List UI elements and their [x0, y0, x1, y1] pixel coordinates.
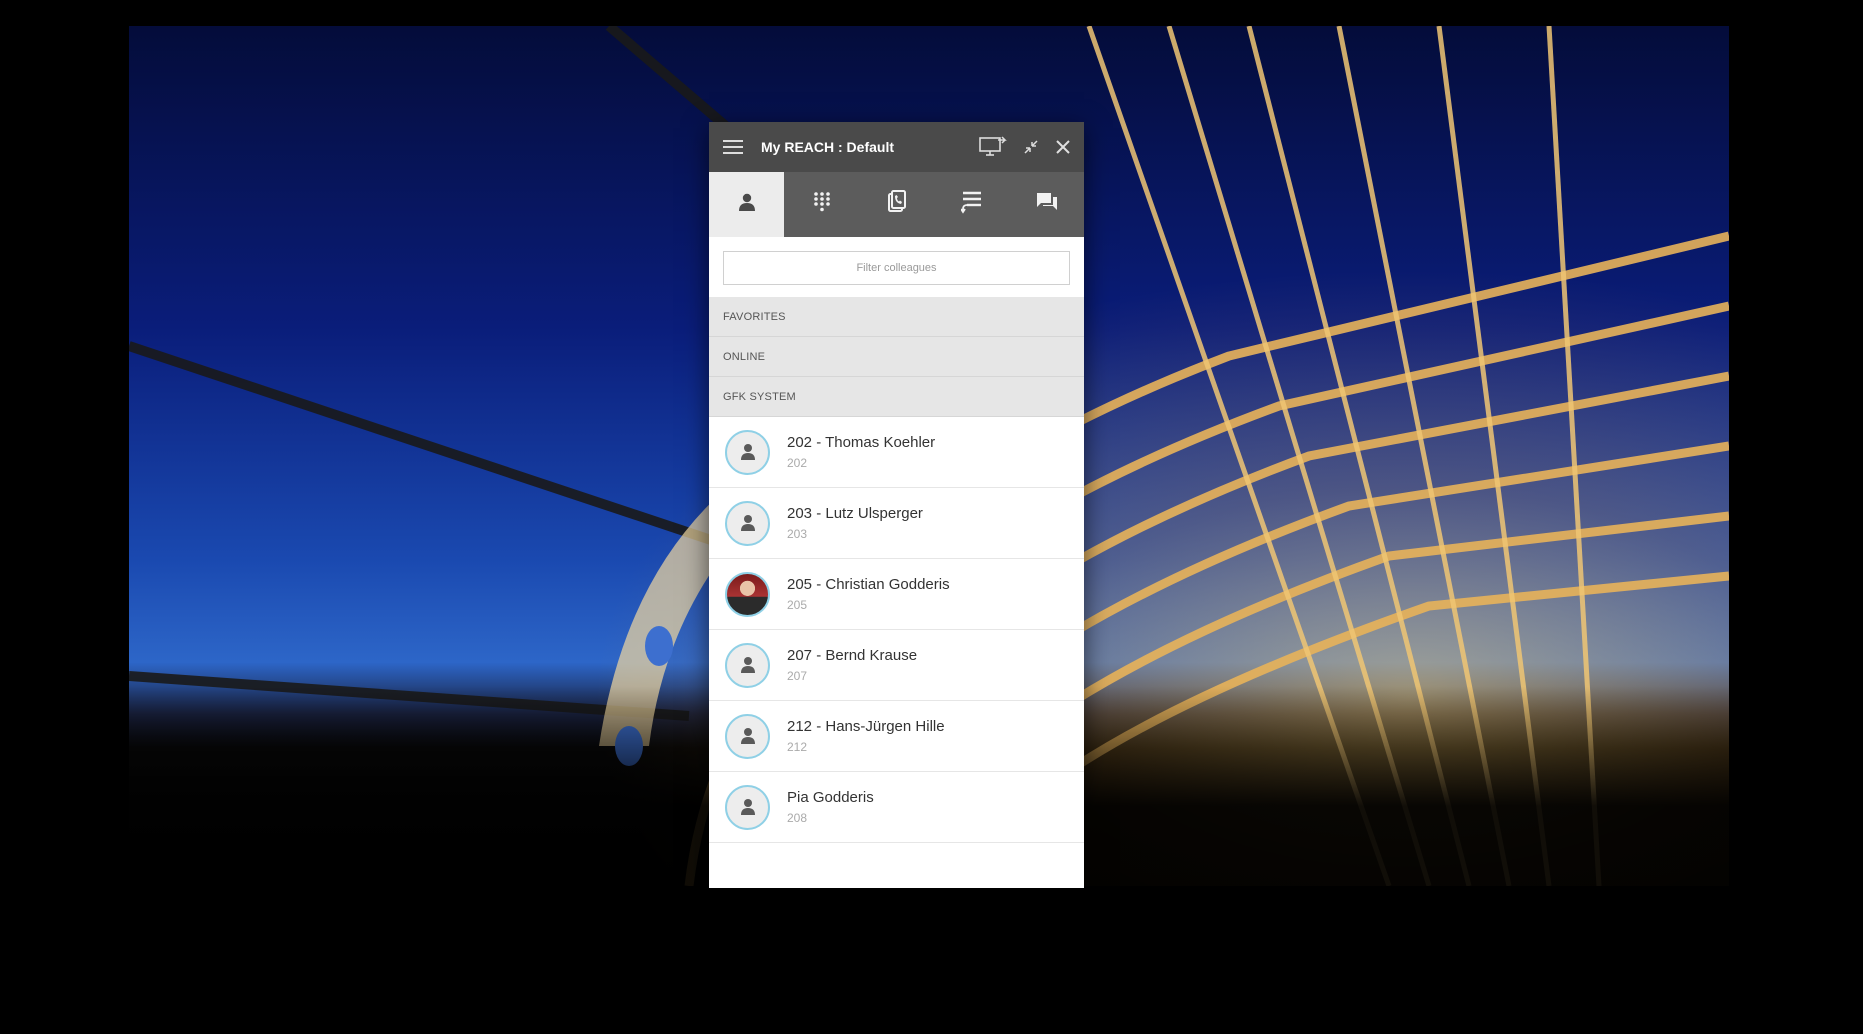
close-icon[interactable] — [1054, 138, 1072, 156]
person-icon — [740, 657, 755, 673]
collapse-icon[interactable] — [1022, 138, 1040, 156]
tab-contacts[interactable] — [709, 172, 784, 237]
contact-extension: 207 — [787, 669, 808, 683]
reach-window: My REACH : Default Filter colleagues FAV… — [709, 122, 1084, 888]
chat-icon — [1035, 191, 1059, 218]
person-icon — [740, 515, 755, 531]
contact-text: 205 - Christian Godderis 205 — [787, 576, 950, 612]
contact-extension: 212 — [787, 740, 808, 754]
contact-row[interactable]: 202 - Thomas Koehler 202 — [709, 417, 1084, 488]
contact-name: 205 - Christian Godderis — [787, 576, 950, 593]
contact-text: 207 - Bernd Krause 207 — [787, 647, 917, 683]
contact-text: Pia Godderis 208 — [787, 789, 874, 825]
main-tabs — [709, 172, 1084, 237]
avatar — [725, 500, 770, 546]
avatar — [725, 784, 770, 830]
person-icon — [737, 192, 757, 217]
avatar — [725, 713, 770, 759]
person-icon — [740, 728, 755, 744]
contact-extension: 205 — [787, 598, 808, 612]
filter-colleagues-input[interactable] — [723, 251, 1070, 285]
contact-name: 202 - Thomas Koehler — [787, 434, 936, 451]
contact-row[interactable]: Pia Godderis 208 — [709, 772, 1084, 843]
titlebar: My REACH : Default — [709, 122, 1084, 172]
window-title: My REACH : Default — [761, 139, 895, 155]
contact-row[interactable]: 205 - Christian Godderis 205 — [709, 559, 1084, 630]
contact-row[interactable]: 203 - Lutz Ulsperger 203 — [709, 488, 1084, 559]
section-favorites[interactable]: FAVORITES — [709, 297, 1084, 337]
contact-row[interactable]: 207 - Bernd Krause 207 — [709, 630, 1084, 701]
contact-row[interactable]: 212 - Hans-Jürgen Hille 212 — [709, 701, 1084, 772]
contact-extension: 203 — [787, 527, 808, 541]
contact-name: 203 - Lutz Ulsperger — [787, 505, 923, 522]
tab-queues[interactable] — [934, 172, 1009, 237]
person-icon — [740, 799, 755, 815]
section-online[interactable]: ONLINE — [709, 337, 1084, 377]
contact-text: 212 - Hans-Jürgen Hille 212 — [787, 718, 945, 754]
avatar — [725, 642, 770, 688]
filter-container — [709, 237, 1084, 297]
tab-chat[interactable] — [1009, 172, 1084, 237]
contact-name: 207 - Bernd Krause — [787, 647, 918, 664]
contact-extension: 202 — [787, 456, 808, 470]
contact-text: 202 - Thomas Koehler 202 — [787, 434, 935, 470]
menu-icon[interactable] — [723, 140, 743, 154]
contact-name: Pia Godderis — [787, 789, 874, 806]
queue-list-icon — [959, 190, 983, 219]
tab-call-history[interactable] — [859, 172, 934, 237]
titlebar-controls — [978, 122, 1072, 172]
screen-share-icon[interactable] — [978, 136, 1008, 158]
avatar — [725, 429, 770, 475]
avatar-photo — [725, 571, 770, 617]
contact-text: 203 - Lutz Ulsperger 203 — [787, 505, 923, 541]
dialpad-icon — [812, 191, 832, 218]
tab-dialpad[interactable] — [784, 172, 859, 237]
contact-extension: 208 — [787, 811, 808, 825]
section-gfk-system[interactable]: GFK SYSTEM — [709, 377, 1084, 417]
phone-log-icon — [886, 190, 908, 219]
contact-name: 212 - Hans-Jürgen Hille — [787, 718, 945, 735]
person-icon — [740, 444, 755, 460]
